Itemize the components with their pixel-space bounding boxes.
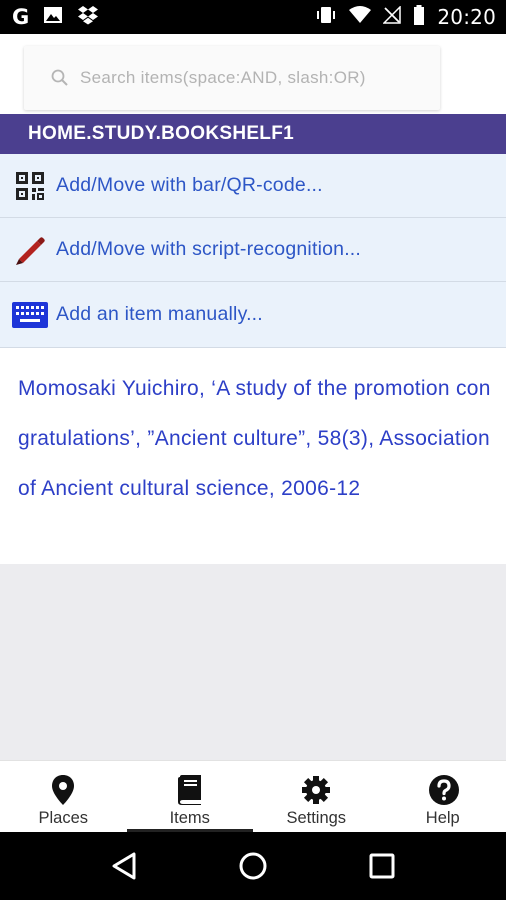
search-icon [50,68,70,88]
pencil-icon [12,232,48,268]
back-icon[interactable] [104,846,144,886]
search-area: Search items(space:AND, slash:OR) [0,34,506,114]
book-icon [175,774,205,806]
nav-tab-places[interactable]: Places [0,761,127,832]
status-bar: G 20:20 [0,0,506,34]
nav-label: Help [425,809,460,827]
bottom-navigation: Places Items Settings Help [0,760,506,832]
location-path-header: HOME.STUDY.BOOKSHELF1 [0,114,506,154]
gear-icon [301,774,331,806]
dropbox-icon [77,5,99,30]
search-input[interactable]: Search items(space:AND, slash:OR) [24,46,440,110]
image-icon [43,6,63,29]
nav-label: Items [169,809,210,827]
add-move-qr-button[interactable]: Add/Move with bar/QR-code... [0,154,506,218]
google-icon: G [12,5,30,29]
nav-tab-items[interactable]: Items [126,761,254,832]
nav-tab-settings[interactable]: Settings [253,761,380,832]
qr-code-icon [12,168,48,204]
nav-tab-help[interactable]: Help [380,761,506,832]
help-icon [428,774,459,806]
add-item-manually-button[interactable]: Add an item manually... [0,282,506,348]
action-label: Add/Move with bar/QR-code... [56,174,323,196]
recents-icon[interactable] [362,846,402,886]
battery-icon [413,4,425,30]
no-signal-icon [382,4,402,29]
add-move-script-button[interactable]: Add/Move with script-recognition... [0,218,506,282]
clock: 20:20 [437,5,496,29]
action-label: Add an item manually... [56,303,263,325]
nav-label: Settings [286,809,347,827]
system-navigation-bar [0,832,506,900]
vibrate-icon [315,5,337,30]
search-placeholder: Search items(space:AND, slash:OR) [80,68,366,87]
action-label: Add/Move with script-recognition... [56,238,362,260]
list-item[interactable]: Momosaki Yuichiro, ‘A study of the promo… [0,348,506,564]
keyboard-icon [12,297,48,333]
wifi-icon [349,5,372,29]
item-citation-text: Momosaki Yuichiro, ‘A study of the promo… [18,377,491,500]
home-icon[interactable] [233,846,273,886]
nav-label: Places [38,809,89,827]
map-pin-icon [48,774,78,806]
